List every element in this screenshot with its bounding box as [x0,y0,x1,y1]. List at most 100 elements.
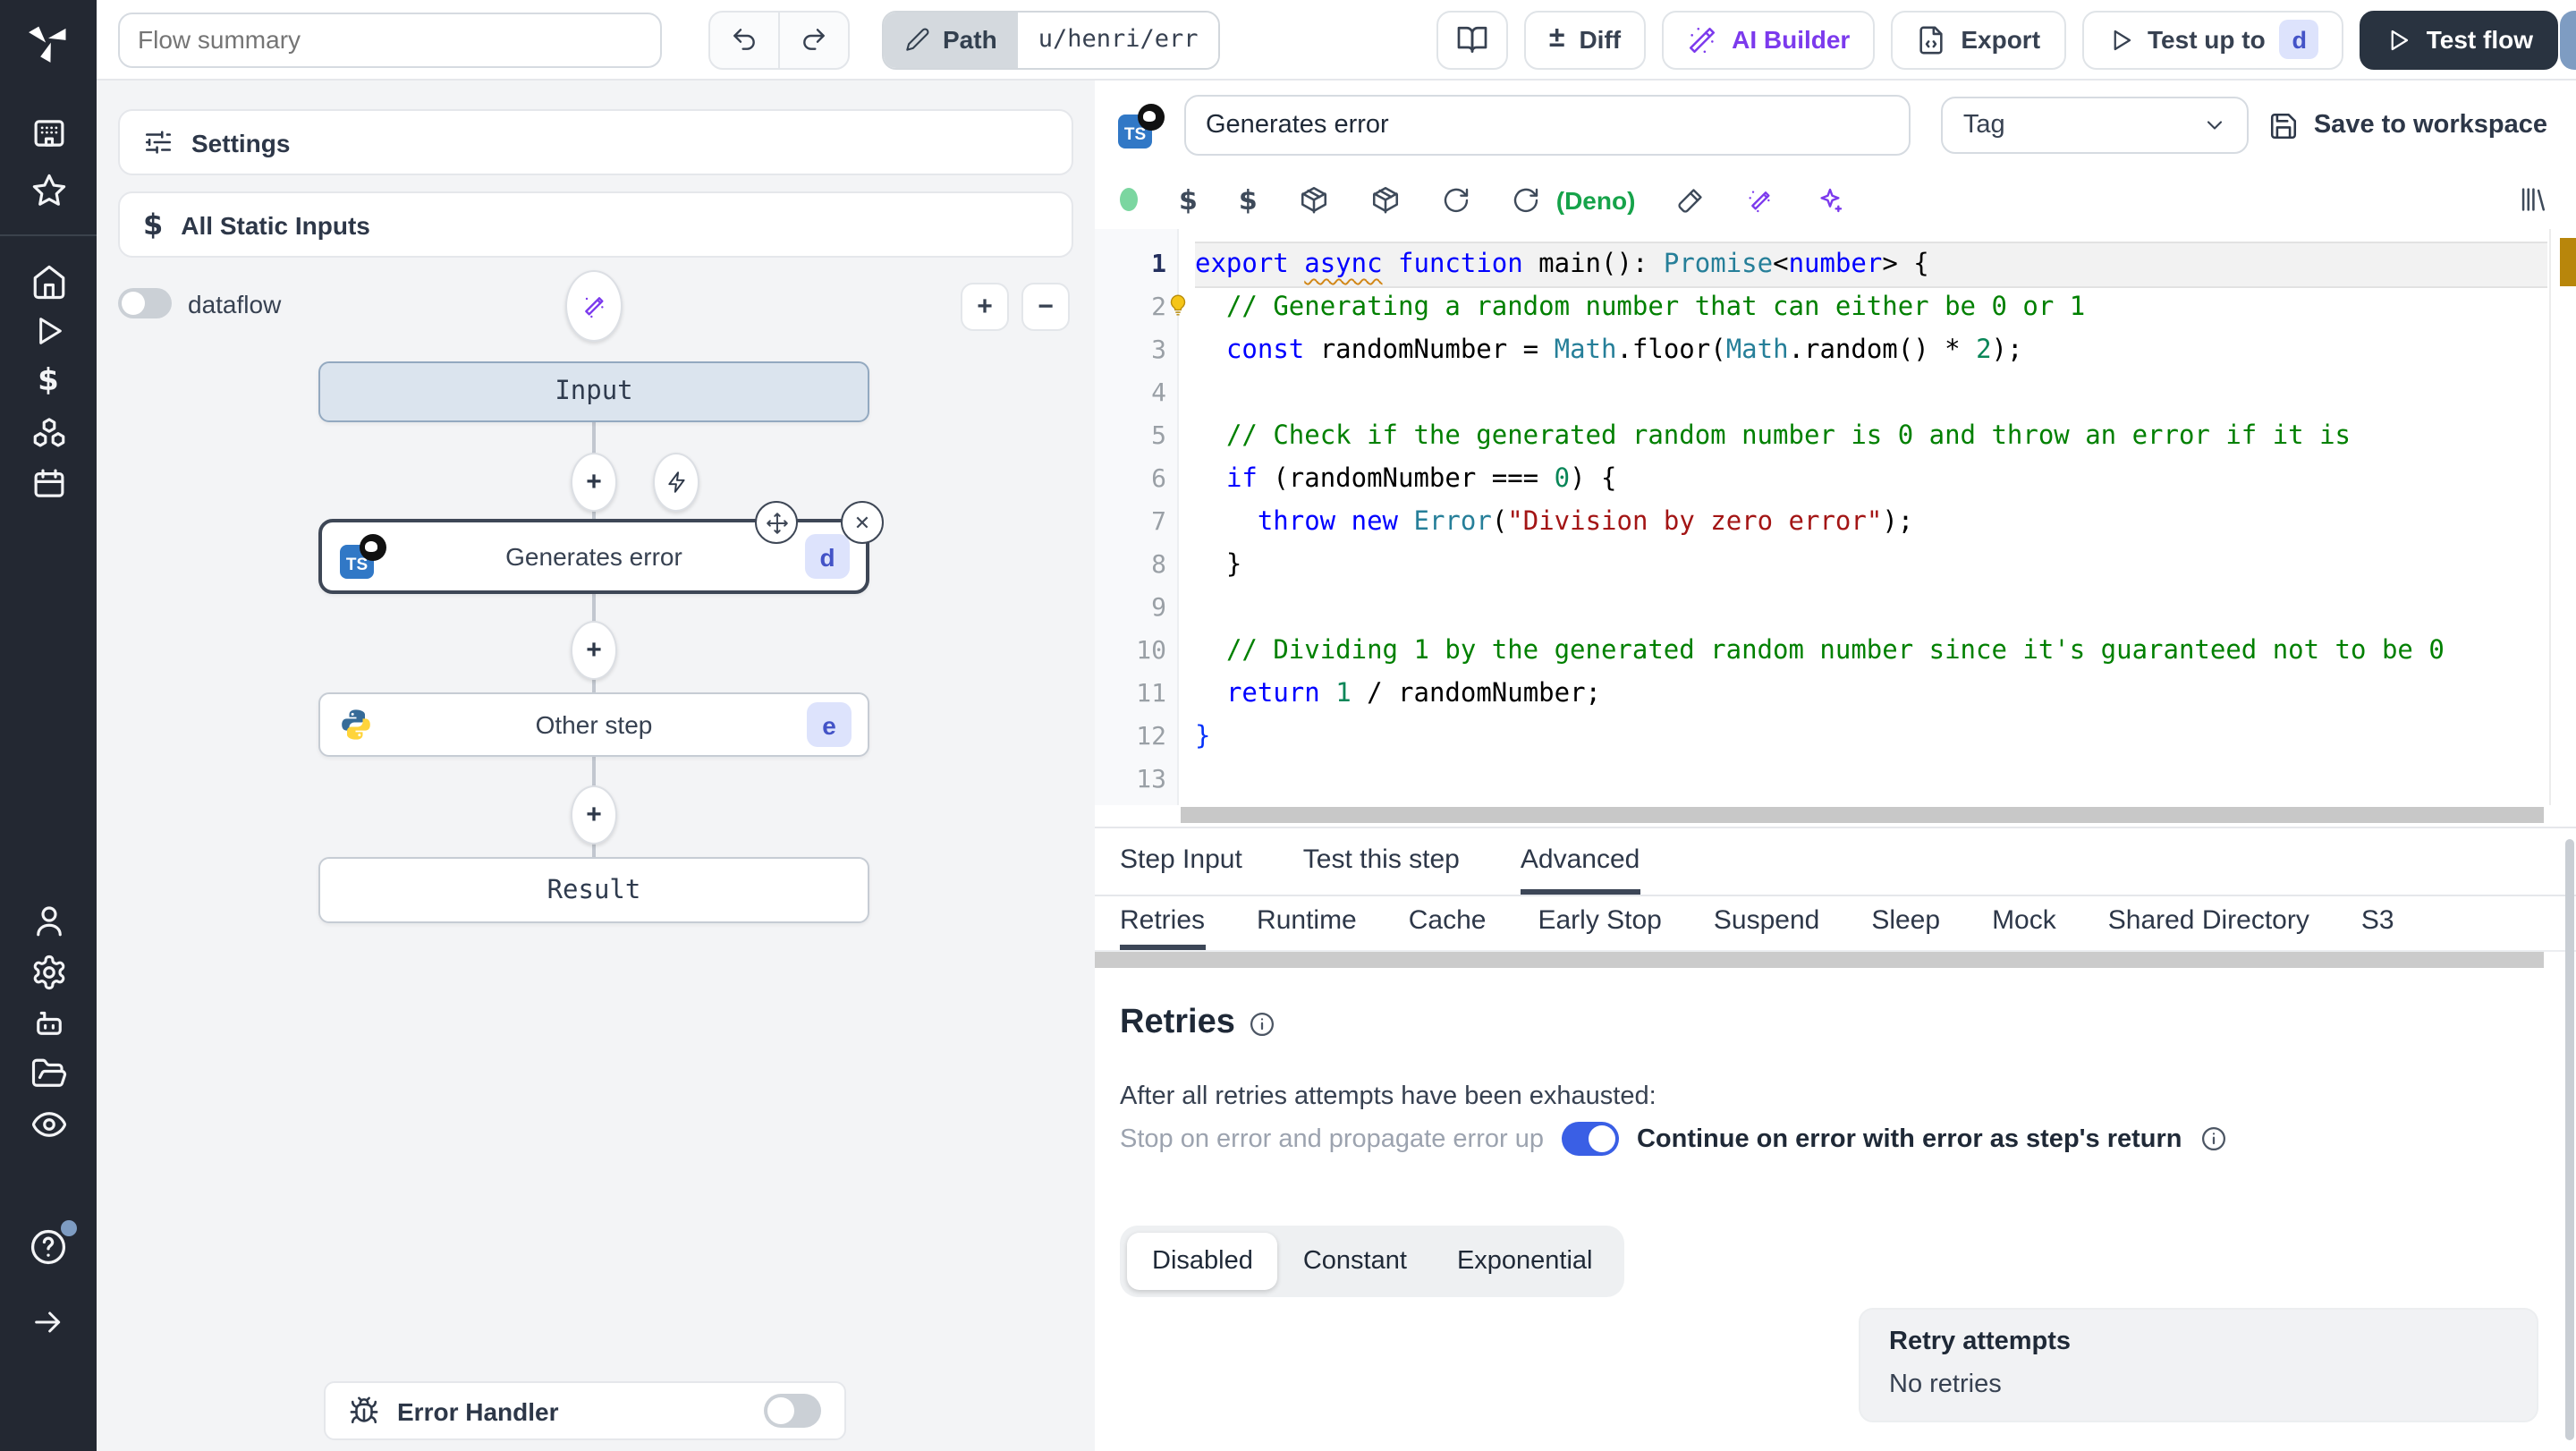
code-line[interactable]: throw new Error("Division by zero error"… [1195,501,2547,544]
flow-input-node[interactable]: Input [318,361,869,422]
tab-test-this-step[interactable]: Test this step [1303,828,1460,895]
insert-step-button[interactable]: + [571,621,617,680]
step-editor-panel: TS Tag Save to workspace $ $ [1095,81,2576,1451]
all-static-inputs-card[interactable]: $ All Static Inputs [118,191,1073,258]
tab-advanced[interactable]: Advanced [1520,828,1640,895]
zoom-out-button[interactable]: − [1021,283,1070,331]
redo-button[interactable] [778,12,848,67]
error-handler-toggle[interactable] [764,1394,821,1428]
tab-step-input[interactable]: Step Input [1120,828,1242,895]
ai-bot-icon[interactable] [0,1004,97,1041]
retry-mode-disabled[interactable]: Disabled [1127,1233,1278,1290]
adv-tab-s3[interactable]: S3 [2361,896,2394,950]
reload-icon[interactable] [1512,185,1540,214]
adv-tab-mock[interactable]: Mock [1992,896,2056,950]
export-button[interactable]: Export [1891,10,2066,69]
code-line[interactable]: return 1 / randomNumber; [1195,673,2547,716]
flow-settings-card[interactable]: Settings [118,109,1073,175]
editor-horizontal-scrollbar[interactable] [1181,807,2544,823]
test-flow-button[interactable]: Test flow [2360,10,2558,69]
package-icon[interactable] [1299,184,1329,215]
collapse-arrow-icon[interactable] [0,1304,97,1340]
error-handler-card[interactable]: Error Handler [324,1381,846,1440]
adv-tab-sleep[interactable]: Sleep [1871,896,1940,950]
continue-on-error-toggle[interactable] [1561,1122,1619,1156]
adv-tab-runtime[interactable]: Runtime [1257,896,1357,950]
test-up-to-button[interactable]: Test up to d [2081,10,2344,69]
code-line[interactable]: } [1195,716,2547,759]
cutoff-corner-button[interactable] [2560,11,2576,70]
code-line[interactable]: // Dividing 1 by the generated random nu… [1195,630,2547,673]
lightbulb-icon[interactable] [1166,293,1190,317]
path-value[interactable]: u/henri/err [1018,12,1218,67]
panel-vertical-scrollbar[interactable] [2565,839,2574,1440]
flow-ai-wand-button[interactable] [565,270,623,342]
code-line[interactable]: if (randomNumber === 0) { [1195,458,2547,501]
package-icon[interactable] [1370,184,1401,215]
code-line[interactable]: // Check if the generated random number … [1195,415,2547,458]
tag-select[interactable]: Tag [1941,97,2250,154]
library-icon[interactable] [2517,184,2547,215]
zoom-in-button[interactable]: + [961,283,1009,331]
schedules-calendar-icon[interactable] [0,465,97,503]
variables-dollar-icon[interactable]: $ [1179,183,1198,216]
insert-step-button[interactable]: + [571,453,617,512]
format-brush-icon[interactable] [1676,185,1705,214]
settings-gear-icon[interactable] [0,954,97,991]
adv-tab-retries[interactable]: Retries [1120,896,1206,950]
folders-icon[interactable] [0,1056,97,1093]
code-line[interactable]: // Generating a random number that can e… [1195,286,2547,329]
info-icon[interactable] [1250,1010,1276,1037]
adv-tab-suspend[interactable]: Suspend [1714,896,1819,950]
code-line[interactable]: const randomNumber = Math.floor(Math.ran… [1195,329,2547,372]
home-icon[interactable] [0,263,97,301]
retry-mode-exponential[interactable]: Exponential [1432,1233,1618,1290]
code-editor[interactable]: 1 2 3 4 5 6 7 8 9 10 11 12 13 export async function … [1095,229,2576,828]
flow-summary-input[interactable] [118,12,662,67]
sidebar: $ [0,0,97,1451]
diff-button[interactable]: ± Diff [1523,10,1647,69]
ai-wand-icon[interactable] [1746,185,1775,214]
runs-play-icon[interactable] [0,313,97,349]
editor-toolbar: $ $ (Deno) [1095,170,2576,229]
move-step-button[interactable] [755,501,798,544]
generates-error-node[interactable]: TS Generates error d ✕ [318,501,884,594]
delete-step-button[interactable]: ✕ [841,501,884,544]
audit-eye-icon[interactable] [0,1106,97,1143]
code-lines[interactable]: export async function main(): Promise<nu… [1195,243,2547,802]
code-line[interactable]: export async function main(): Promise<nu… [1195,243,2547,286]
windmill-logo-icon[interactable] [0,18,97,64]
resources-boxes-icon[interactable] [0,415,97,453]
save-to-workspace-button[interactable]: Save to workspace [2269,110,2547,140]
workspace-building-icon[interactable] [0,115,97,152]
adv-tab-shared-directory[interactable]: Shared Directory [2108,896,2309,950]
flow-result-node[interactable]: Result [318,857,869,923]
resources-dollar-icon[interactable]: $ [1239,183,1258,216]
code-line[interactable] [1195,759,2547,802]
favorites-star-icon[interactable] [0,172,97,209]
adv-tab-cache[interactable]: Cache [1409,896,1487,950]
insert-step-button[interactable]: + [571,785,617,844]
minus-icon: − [1038,292,1054,322]
step-name-input[interactable] [1184,95,1911,156]
info-icon[interactable] [2200,1125,2227,1152]
path-button[interactable]: Path [884,12,1019,67]
variables-dollar-icon[interactable]: $ [0,363,97,399]
other-step-node[interactable]: Other step e [318,692,869,757]
code-line[interactable]: } [1195,544,2547,587]
reload-icon[interactable] [1442,185,1470,214]
undo-button[interactable] [710,12,778,67]
code-line[interactable] [1195,587,2547,630]
help-icon[interactable] [0,1220,97,1267]
dataflow-toggle[interactable] [118,288,172,318]
user-icon[interactable] [0,902,97,939]
ai-builder-button[interactable]: AI Builder [1662,10,1876,69]
trigger-zap-button[interactable] [653,453,699,512]
docs-book-button[interactable] [1436,10,1508,69]
retry-mode-constant[interactable]: Constant [1278,1233,1432,1290]
sparkles-icon[interactable] [1816,185,1844,214]
adv-tab-early-stop[interactable]: Early Stop [1538,896,1661,950]
play-icon [2392,29,2409,50]
code-line[interactable] [1195,372,2547,415]
advanced-tabs-scrollbar[interactable] [1095,952,2544,968]
